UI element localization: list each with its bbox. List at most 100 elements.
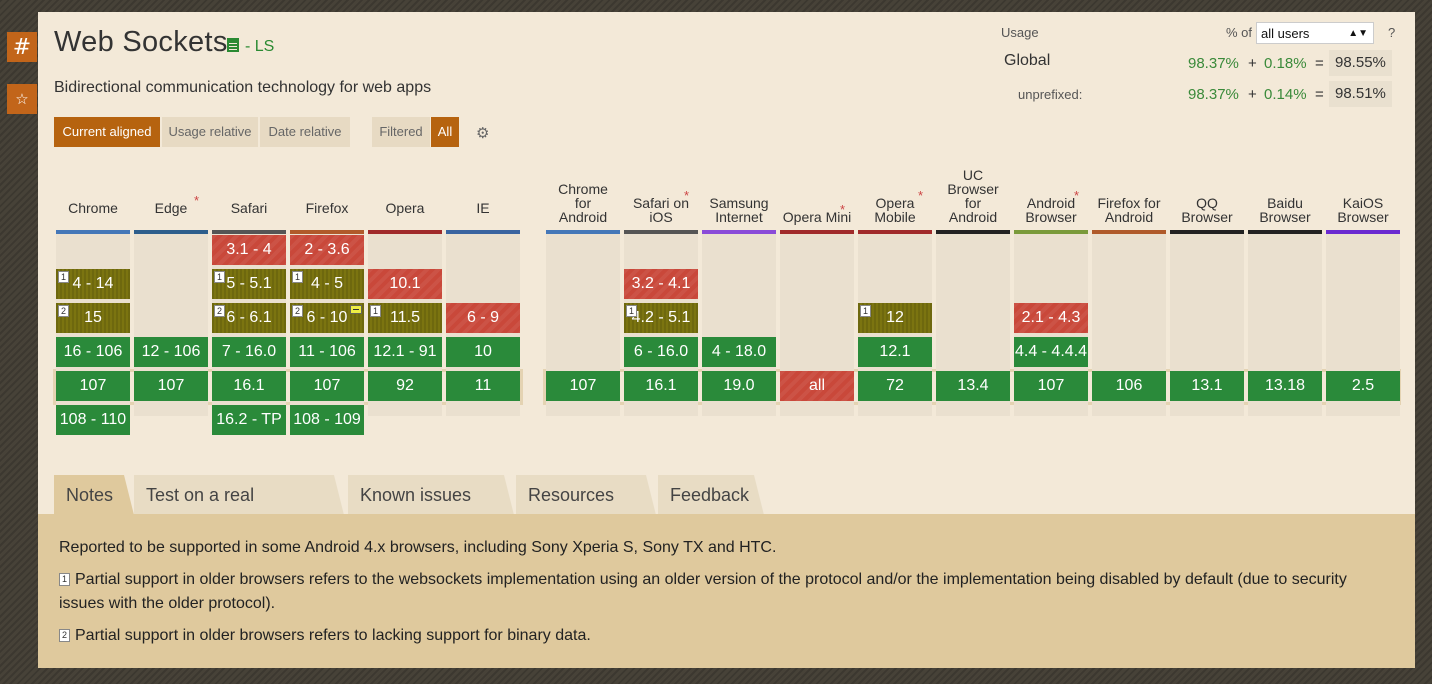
support-cell[interactable]: 11 - 106 xyxy=(290,337,364,367)
note-number-badge: 2 xyxy=(214,305,225,317)
support-cell[interactable]: 3.1 - 4 xyxy=(212,235,286,265)
support-cell[interactable]: 12 - 106 xyxy=(134,337,208,367)
browser-name: Baidu Browser xyxy=(1259,195,1311,225)
support-cell[interactable]: 6 - 10 2 xyxy=(290,303,364,333)
page-title: Web Sockets xyxy=(54,26,228,58)
support-cell[interactable]: 106 xyxy=(1092,371,1166,401)
star-icon: ☆ xyxy=(15,90,29,108)
tab-edge xyxy=(504,475,514,515)
feature-description: Bidirectional communication technology f… xyxy=(54,79,432,96)
support-cell[interactable]: 12.1 - 91 xyxy=(368,337,442,367)
support-cell[interactable]: 108 - 109 xyxy=(290,405,364,435)
support-cell[interactable]: 13.18 xyxy=(1248,371,1322,401)
document-icon[interactable] xyxy=(227,38,239,52)
note-number-badge: 1 xyxy=(860,305,871,317)
feature-panel: Web Sockets - LS Bidirectional communica… xyxy=(38,12,1415,668)
note-number-badge: 1 xyxy=(626,305,637,317)
global-supported: 98.37% xyxy=(1188,55,1239,72)
tab-known[interactable]: Known issues (1) xyxy=(348,475,504,545)
note-general: Reported to be supported in some Android… xyxy=(59,539,777,556)
support-cell[interactable]: 107 xyxy=(56,371,130,401)
support-cell[interactable]: 15 2 xyxy=(56,303,130,333)
support-cell[interactable]: 6 - 16.0 xyxy=(624,337,698,367)
tab-notes[interactable]: Notes xyxy=(54,475,124,515)
support-cell[interactable]: 16.1 xyxy=(624,371,698,401)
note-number-badge: 1 xyxy=(292,271,303,283)
support-cell[interactable]: 12.1 xyxy=(858,337,932,367)
support-cell[interactable]: 5 - 5.1 1 xyxy=(212,269,286,299)
support-cell[interactable]: 4.4 - 4.4.4 xyxy=(1014,337,1088,367)
support-cell[interactable]: 4 - 18.0 xyxy=(702,337,776,367)
date-relative-button[interactable]: Date relative xyxy=(260,117,350,147)
support-cell[interactable]: 107 xyxy=(546,371,620,401)
partial-note-asterisk[interactable]: * xyxy=(1074,188,1079,203)
global-partial: 0.18% xyxy=(1264,55,1307,72)
unprefixed-partial: 0.14% xyxy=(1264,86,1307,103)
support-cell[interactable]: 16 - 106 xyxy=(56,337,130,367)
support-cell[interactable]: 13.1 xyxy=(1170,371,1244,401)
support-cell[interactable]: 72 xyxy=(858,371,932,401)
tab-edge xyxy=(334,475,344,515)
all-button[interactable]: All xyxy=(431,117,459,147)
note-number-badge: 2 xyxy=(292,305,303,317)
hash-icon: # xyxy=(12,34,32,60)
current-aligned-button[interactable]: Current aligned xyxy=(54,117,160,147)
support-cell[interactable]: 6 - 9 xyxy=(446,303,520,333)
support-cell[interactable]: 107 xyxy=(134,371,208,401)
support-cell[interactable]: 92 xyxy=(368,371,442,401)
browser-name: UC Browser for Android xyxy=(947,167,999,225)
usage-relative-button[interactable]: Usage relative xyxy=(162,117,258,147)
note-number-badge: 1 xyxy=(370,305,381,317)
support-cell[interactable]: 4.2 - 5.1 1 xyxy=(624,303,698,333)
support-cell[interactable]: all xyxy=(780,371,854,401)
browser-name: Chrome for Android xyxy=(558,181,608,225)
browser-name: KaiOS Browser xyxy=(1337,195,1389,225)
filtered-button[interactable]: Filtered xyxy=(372,117,430,147)
browser-name: Safari xyxy=(230,200,268,216)
tab-edge xyxy=(754,475,764,515)
support-cell[interactable]: 4 - 51 xyxy=(290,269,364,299)
unprefixed-total: 98.51% xyxy=(1329,81,1392,107)
partial-note-asterisk[interactable]: * xyxy=(918,188,923,203)
support-cell[interactable]: 16.2 - TP xyxy=(212,405,286,435)
note-number-badge: 1 xyxy=(214,271,225,283)
percent-of-label: % of xyxy=(1226,25,1253,40)
partial-note-asterisk[interactable]: * xyxy=(840,202,845,217)
help-link[interactable]: ? xyxy=(1388,25,1395,40)
support-cell[interactable]: 3.2 - 4.1 xyxy=(624,269,698,299)
support-cell[interactable]: 11.5 1 xyxy=(368,303,442,333)
support-cell[interactable]: 4 - 14 1 xyxy=(56,269,130,299)
notes-panel: Reported to be supported in some Android… xyxy=(38,514,1415,668)
bookmark-button[interactable]: ☆ xyxy=(7,84,37,114)
support-cell[interactable]: 13.4 xyxy=(936,371,1010,401)
tab-resources[interactable]: Resources (7) xyxy=(516,475,646,545)
spec-status-link[interactable]: - LS xyxy=(245,38,274,56)
note-number-badge: 2 xyxy=(58,305,69,317)
browser-name: Firefox for Android xyxy=(1097,195,1161,225)
support-cell[interactable]: 10 xyxy=(446,337,520,367)
tab-feedback[interactable]: Feedback xyxy=(658,475,754,515)
note-number-badge: 1 xyxy=(58,271,69,283)
support-cell[interactable]: 107 xyxy=(290,371,364,401)
gear-icon[interactable]: ⚙ xyxy=(476,124,489,142)
note-2: 2 Partial support in older browsers refer… xyxy=(59,624,1389,648)
support-cell[interactable]: 19.0 xyxy=(702,371,776,401)
partial-note-asterisk[interactable]: * xyxy=(684,188,689,203)
tab-test[interactable]: Test on a real browser xyxy=(134,475,334,545)
support-cell[interactable]: 11 xyxy=(446,371,520,401)
support-cell[interactable]: 7 - 16.0 xyxy=(212,337,286,367)
users-select[interactable]: all users ▲▼ xyxy=(1256,22,1374,44)
support-cell[interactable]: 108 - 110 xyxy=(56,405,130,435)
support-cell[interactable]: 2.1 - 4.3 xyxy=(1014,303,1088,333)
browser-name: Samsung Internet xyxy=(709,195,769,225)
support-cell[interactable]: 2.5 xyxy=(1326,371,1400,401)
support-cell[interactable]: 2 - 3.6 xyxy=(290,235,364,265)
partial-note-asterisk[interactable]: * xyxy=(194,193,199,208)
disabled-by-default-flag-icon xyxy=(350,305,362,314)
anchor-link-button[interactable]: # xyxy=(7,32,37,62)
support-cell[interactable]: 107 xyxy=(1014,371,1088,401)
support-cell[interactable]: 12 1 xyxy=(858,303,932,333)
support-cell[interactable]: 16.1 xyxy=(212,371,286,401)
support-cell[interactable]: 10.1 xyxy=(368,269,442,299)
support-cell[interactable]: 6 - 6.1 2 xyxy=(212,303,286,333)
